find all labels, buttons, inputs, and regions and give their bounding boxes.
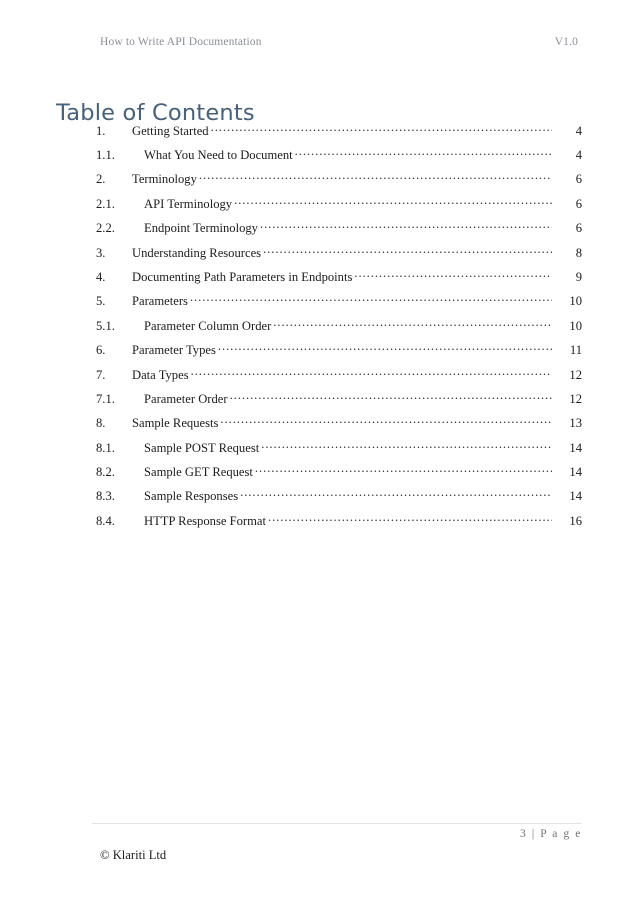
toc-entry-number: 7. bbox=[96, 367, 106, 382]
toc-entry-label: API Terminology bbox=[144, 196, 233, 211]
toc-entry-label: Sample Responses bbox=[144, 489, 239, 504]
toc-entry-page-number: 9 bbox=[575, 269, 582, 284]
toc-entry-number: 1.1. bbox=[96, 147, 115, 162]
toc-entry-number: 8. bbox=[96, 416, 106, 431]
toc-entry-label: Parameter Types bbox=[132, 343, 216, 358]
toc-entry-label: Sample POST Request bbox=[144, 440, 260, 455]
toc-dot-leader bbox=[240, 488, 552, 501]
running-header-version: V1.0 bbox=[554, 36, 578, 48]
toc-entry-page-number: 4 bbox=[575, 147, 582, 162]
toc-entry-number: 8.4. bbox=[96, 513, 115, 528]
toc-entry-number: 8.2. bbox=[96, 465, 115, 480]
toc-entry[interactable]: 2. Terminology 6 bbox=[96, 171, 582, 195]
toc-entry[interactable]: 8. Sample Requests 13 bbox=[96, 415, 582, 439]
toc-entry-page-number: 6 bbox=[575, 172, 582, 187]
footer-divider bbox=[92, 823, 582, 824]
toc-dot-leader bbox=[273, 317, 552, 330]
toc-dot-leader bbox=[255, 463, 552, 476]
toc-entry-number: 5.1. bbox=[96, 318, 115, 333]
toc-entry-page-number: 11 bbox=[569, 343, 582, 358]
toc-entry-page-number: 14 bbox=[569, 440, 582, 455]
toc-entry-label: Getting Started bbox=[132, 123, 209, 138]
toc-dot-leader bbox=[263, 244, 552, 257]
toc-dot-leader bbox=[220, 415, 552, 428]
toc-entry[interactable]: 2.1. API Terminology 6 bbox=[96, 195, 582, 219]
toc-entry-label: HTTP Response Format bbox=[144, 513, 266, 528]
toc-entry-number: 8.3. bbox=[96, 489, 115, 504]
toc-entry-label: Sample Requests bbox=[132, 416, 219, 431]
toc-entry-label: Data Types bbox=[132, 367, 189, 382]
toc-entry-page-number: 10 bbox=[569, 294, 582, 309]
footer-page-number: 3 | P a g e bbox=[520, 828, 582, 840]
toc-dot-leader bbox=[190, 293, 552, 306]
toc-entry-number: 3. bbox=[96, 245, 106, 260]
toc-entry-label: Understanding Resources bbox=[132, 245, 262, 260]
toc-entry-label: Parameters bbox=[132, 294, 188, 309]
toc-entry[interactable]: 3. Understanding Resources 8 bbox=[96, 244, 582, 268]
toc-dot-leader bbox=[354, 268, 552, 281]
toc-entry-label: Sample GET Request bbox=[144, 465, 253, 480]
toc-entry[interactable]: 7.1. Parameter Order 12 bbox=[96, 390, 582, 414]
toc-entry-label: Documenting Path Parameters in Endpoints bbox=[132, 269, 353, 284]
toc-entry-page-number: 6 bbox=[575, 221, 582, 236]
toc-entry-number: 4. bbox=[96, 269, 106, 284]
toc-entry-page-number: 12 bbox=[569, 391, 582, 406]
toc-entry-number: 2.1. bbox=[96, 196, 115, 211]
toc-entry-page-number: 16 bbox=[569, 513, 582, 528]
toc-dot-leader bbox=[295, 146, 552, 159]
toc-entry[interactable]: 1. Getting Started 4 bbox=[96, 122, 582, 146]
toc-entry-page-number: 13 bbox=[569, 416, 582, 431]
toc-dot-leader bbox=[199, 171, 552, 184]
running-header-title: How to Write API Documentation bbox=[100, 36, 262, 48]
table-of-contents-list: 1. Getting Started 4 1.1. What You Need to D… bbox=[96, 122, 582, 537]
toc-dot-leader bbox=[218, 342, 552, 355]
toc-entry[interactable]: 1.1. What You Need to Document 4 bbox=[96, 146, 582, 170]
toc-entry[interactable]: 8.1. Sample POST Request 14 bbox=[96, 439, 582, 463]
toc-entry[interactable]: 7. Data Types 12 bbox=[96, 366, 582, 390]
toc-entry[interactable]: 6. Parameter Types 11 bbox=[96, 342, 582, 366]
toc-dot-leader bbox=[261, 439, 552, 452]
toc-entry-number: 2.2. bbox=[96, 221, 115, 236]
toc-entry-label: Parameter Order bbox=[144, 391, 228, 406]
toc-entry-page-number: 10 bbox=[569, 318, 582, 333]
footer-copyright: © Klariti Ltd bbox=[100, 848, 167, 862]
toc-entry-number: 1. bbox=[96, 123, 106, 138]
toc-entry[interactable]: 5. Parameters 10 bbox=[96, 293, 582, 317]
toc-entry-number: 2. bbox=[96, 172, 106, 187]
toc-entry-number: 5. bbox=[96, 294, 106, 309]
toc-entry-number: 6. bbox=[96, 343, 106, 358]
toc-entry[interactable]: 8.4. HTTP Response Format 16 bbox=[96, 512, 582, 536]
toc-entry-label: Endpoint Terminology bbox=[144, 221, 258, 236]
toc-entry[interactable]: 5.1. Parameter Column Order 10 bbox=[96, 317, 582, 341]
toc-entry-page-number: 6 bbox=[575, 196, 582, 211]
toc-dot-leader bbox=[211, 122, 552, 135]
toc-entry-page-number: 14 bbox=[569, 465, 582, 480]
toc-dot-leader bbox=[230, 390, 552, 403]
toc-entry[interactable]: 4. Documenting Path Parameters in Endpoin… bbox=[96, 268, 582, 292]
document-page: How to Write API Documentation V1.0 Tabl… bbox=[0, 0, 638, 903]
running-header: How to Write API Documentation V1.0 bbox=[100, 36, 578, 48]
toc-dot-leader bbox=[268, 512, 552, 525]
toc-entry[interactable]: 2.2. Endpoint Terminology 6 bbox=[96, 220, 582, 244]
toc-entry[interactable]: 8.3. Sample Responses 14 bbox=[96, 488, 582, 512]
toc-entry-page-number: 8 bbox=[575, 245, 582, 260]
toc-dot-leader bbox=[191, 366, 552, 379]
toc-dot-leader bbox=[234, 195, 552, 208]
toc-dot-leader bbox=[260, 220, 552, 233]
toc-entry-number: 7.1. bbox=[96, 391, 115, 406]
toc-entry-label: Terminology bbox=[132, 172, 197, 187]
toc-entry-page-number: 14 bbox=[569, 489, 582, 504]
toc-entry-label: What You Need to Document bbox=[144, 147, 293, 162]
toc-entry-page-number: 4 bbox=[575, 123, 582, 138]
toc-entry[interactable]: 8.2. Sample GET Request 14 bbox=[96, 463, 582, 487]
toc-entry-page-number: 12 bbox=[569, 367, 582, 382]
toc-entry-number: 8.1. bbox=[96, 440, 115, 455]
toc-entry-label: Parameter Column Order bbox=[144, 318, 272, 333]
